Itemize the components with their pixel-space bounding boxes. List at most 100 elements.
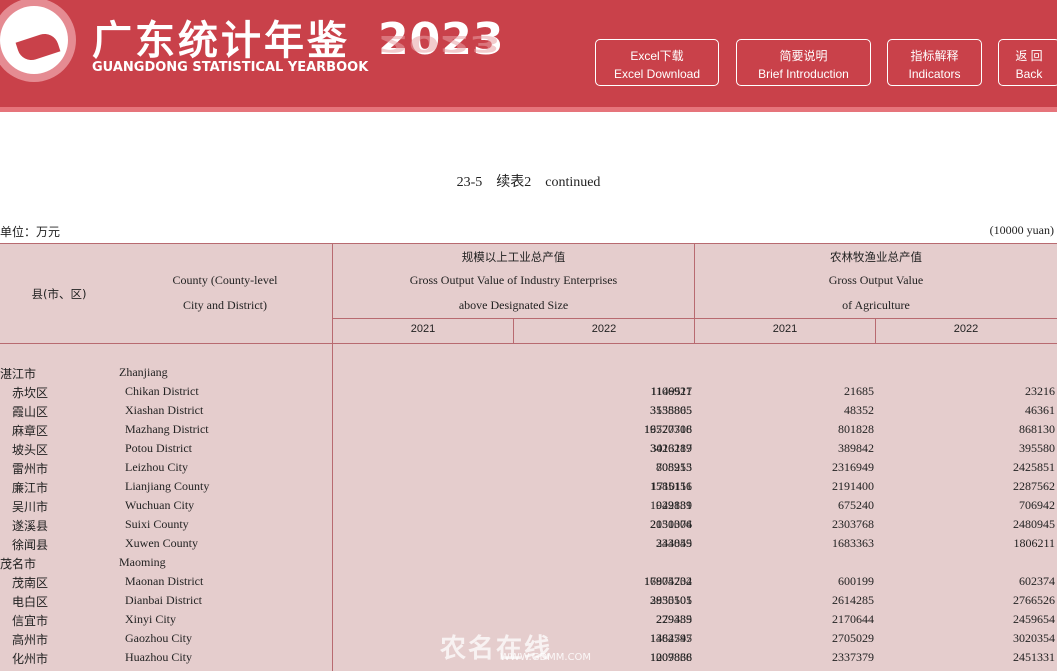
table-row: 茂名市 Maoming	[0, 555, 1057, 574]
excel-download-label-en: Excel Download	[613, 67, 701, 81]
row-value: 1585156	[650, 479, 692, 493]
row-value: 1683363	[832, 536, 874, 550]
row-name-en: Xiashan District	[125, 403, 204, 417]
row-name-en: Lianjiang County	[125, 479, 210, 493]
back-label-en: Back	[1015, 67, 1043, 81]
row-name-cn: 信宜市	[12, 614, 49, 628]
row-value: 2766526	[1013, 593, 1055, 607]
row-name-en: Xuwen County	[125, 536, 198, 550]
row-value: 2191400	[832, 479, 874, 493]
row-value: 602374	[1019, 574, 1055, 588]
table-row: 麻章区 Mazhang District 16520708 19777316 80182…	[0, 422, 1057, 441]
row-value: 3558805	[650, 403, 692, 417]
row-name-cn: 坡头区	[12, 443, 49, 457]
row-value: 2425851	[1013, 460, 1055, 474]
row-value: 395580	[1019, 441, 1055, 455]
brief-introduction-label-cn: 简要说明	[779, 49, 828, 63]
excel-download-label-cn: Excel下载	[630, 49, 684, 63]
row-value: 3426287	[650, 441, 692, 455]
year-header: 2022	[591, 323, 617, 335]
row-value: 2614285	[832, 593, 874, 607]
table-row: 遂溪县 Suixi County 2051376 2130004 2303768 2480…	[0, 517, 1057, 536]
row-name-en: Maonan District	[125, 574, 204, 588]
table-row: 赤坎区 Chikan District 1106927 1149511 21685 232…	[0, 384, 1057, 403]
indicators-label-en: Indicators	[908, 67, 961, 81]
row-value: 675240	[838, 498, 874, 512]
row-value: 19777316	[644, 422, 692, 436]
agri-header-en-2: of Agriculture	[842, 298, 910, 312]
row-name-en: Wuchuan City	[125, 498, 195, 512]
table-title: 23-5 续表2 continued	[456, 175, 601, 190]
industry-header-cn: 规模以上工业总产值	[461, 250, 566, 264]
row-value: 2459654	[1013, 612, 1055, 626]
agri-header-en-1: Gross Output Value	[828, 273, 924, 287]
row-value: 46361	[1025, 403, 1055, 417]
row-value: 2130004	[650, 517, 692, 531]
year-header: 2022	[953, 323, 979, 335]
row-value: 23216	[1025, 384, 1055, 398]
row-name-en: Huazhou City	[125, 650, 192, 664]
row-value: 706942	[1019, 498, 1055, 512]
title-cn: 广东统计年鉴	[92, 18, 350, 64]
title-en: GUANGDONG STATISTICAL YEARBOOK	[92, 60, 369, 75]
row-name-cn: 茂南区	[12, 576, 49, 590]
row-name-cn: 高州市	[12, 633, 49, 647]
row-name-en: Suixi County	[125, 517, 189, 531]
header-banner: 广东统计年鉴 GUANGDONG STATISTICAL YEARBOOK 20…	[0, 0, 1057, 107]
row-value: 2303768	[832, 517, 874, 531]
row-value: 1806211	[1013, 536, 1055, 550]
year-header: 2021	[410, 323, 436, 335]
indicators-button[interactable]: 指标解释 Indicators	[887, 39, 982, 86]
row-value: 17975702	[644, 574, 692, 588]
indicators-label-cn: 指标解释	[910, 49, 959, 63]
row-value: 2480945	[1013, 517, 1055, 531]
row-value: 3850105	[650, 593, 692, 607]
row-value: 801828	[838, 422, 874, 436]
industry-header-en-2: above Designated Size	[458, 298, 569, 312]
row-value: 808255	[656, 460, 692, 474]
table-row: 电白区 Dianbai District 2935501 3850105 2614285…	[0, 593, 1057, 612]
row-value: 2287562	[1013, 479, 1055, 493]
data-table: 县(市、区) County (County-level City and Dis…	[0, 243, 1057, 671]
row-value: 600199	[838, 574, 874, 588]
row-name-en: Chikan District	[125, 384, 199, 398]
unit-cn: 单位：万元	[0, 225, 61, 239]
county-header-en-1: County (County-level	[172, 273, 278, 287]
row-name-cn: 电白区	[12, 595, 49, 609]
unit-en: (10000 yuan)	[989, 223, 1054, 237]
row-name-en: Zhanjiang	[119, 365, 168, 379]
row-value: 389842	[838, 441, 874, 455]
agri-header-cn: 农林牧渔业总产值	[830, 250, 922, 264]
watermark-sub: WWW.GDMM.COM	[500, 652, 592, 663]
table-row: 茂南区 Maonan District 16804234 17975702 600199…	[0, 574, 1057, 593]
row-value: 2316949	[832, 460, 874, 474]
county-header-cn: 县(市、区)	[31, 287, 87, 301]
row-value: 2451331	[1013, 650, 1055, 664]
row-name-cn: 茂名市	[0, 557, 37, 571]
yearbook-logo-icon	[0, 0, 76, 82]
row-name-cn: 吴川市	[12, 500, 49, 514]
row-name-cn: 赤坎区	[12, 386, 49, 400]
table-row: 吴川市 Wuchuan City 1029131 942889 675240 706942	[0, 498, 1057, 517]
row-name-cn: 雷州市	[12, 462, 49, 476]
row-name-en: Maoming	[119, 555, 166, 569]
row-name-cn: 廉江市	[12, 481, 49, 495]
row-value: 48352	[844, 403, 874, 417]
row-value: 279485	[656, 612, 692, 626]
brief-introduction-button[interactable]: 简要说明 Brief Introduction	[736, 39, 871, 86]
industry-header-en-1: Gross Output Value of Industry Enterpris…	[409, 273, 618, 287]
table-row: 廉江市 Lianjiang County 1710111 1585156 2191400…	[0, 479, 1057, 498]
table-row: 雷州市 Leizhou City 705913 808255 2316949 242585…	[0, 460, 1057, 479]
excel-download-button[interactable]: Excel下载 Excel Download	[595, 39, 719, 86]
table-row: 霞山区 Xiashan District 3135865 3558805 48352 46…	[0, 403, 1057, 422]
back-button[interactable]: 返 回 Back	[998, 39, 1057, 86]
row-value: 21685	[844, 384, 874, 398]
year-header: 2021	[772, 323, 798, 335]
row-name-en: Potou District	[125, 441, 193, 455]
row-name-cn: 化州市	[12, 652, 49, 666]
row-name-cn: 湛江市	[0, 367, 37, 381]
row-name-en: Gaozhou City	[125, 631, 192, 645]
row-value: 1149511	[650, 384, 692, 398]
back-label-cn: 返 回	[1015, 49, 1043, 63]
row-name-en: Leizhou City	[125, 460, 188, 474]
